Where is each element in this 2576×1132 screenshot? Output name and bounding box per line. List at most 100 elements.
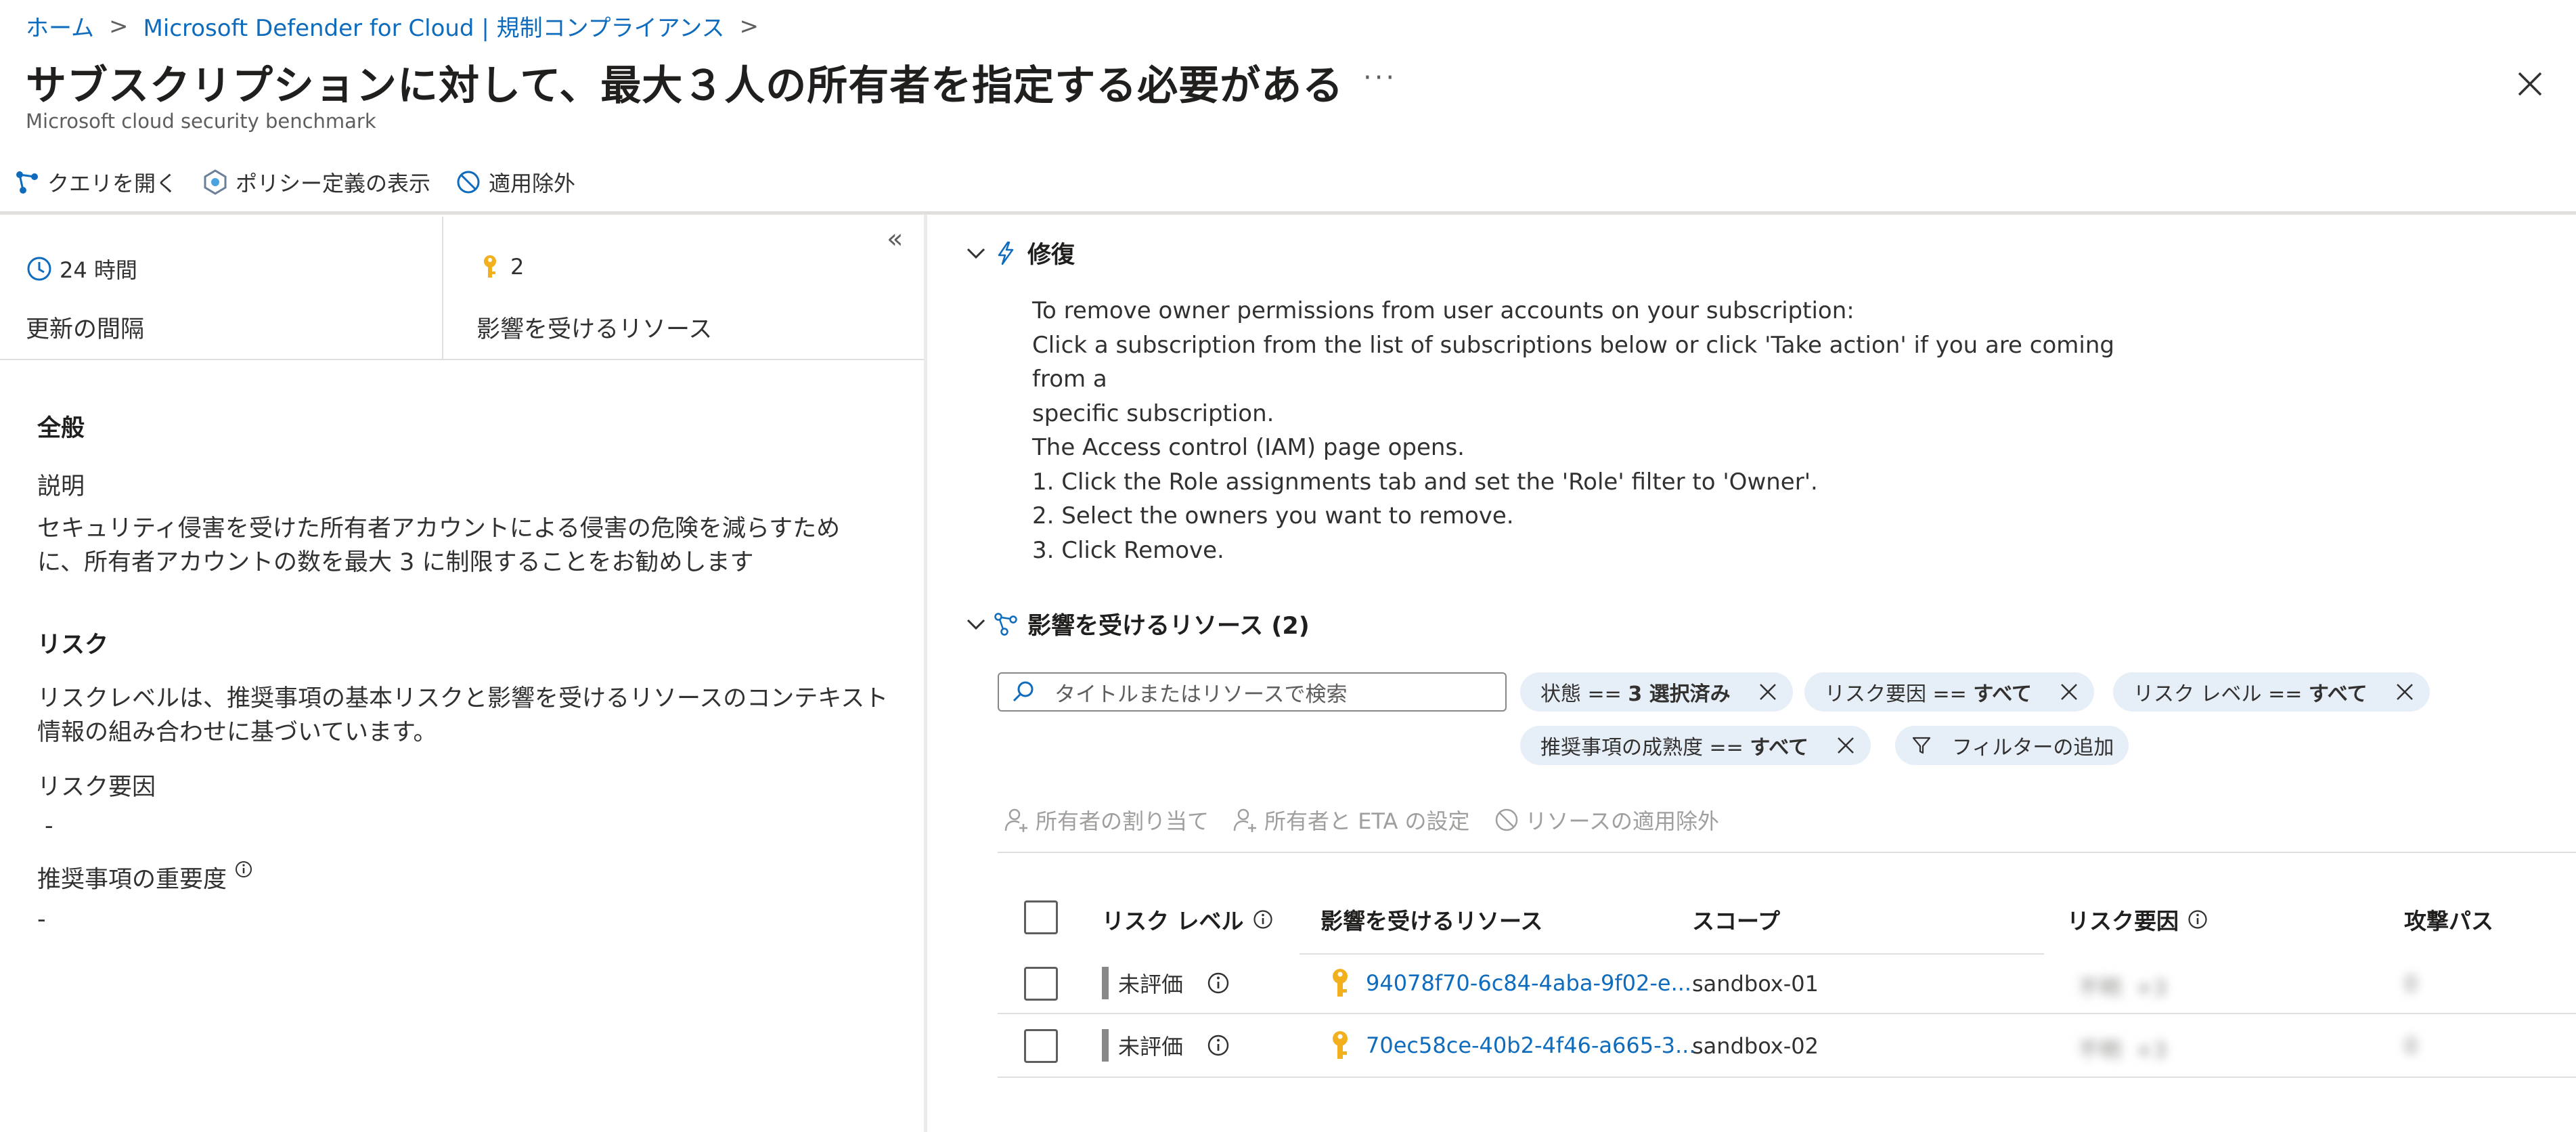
policy-icon — [204, 169, 227, 195]
affected-count-value: 2 — [476, 253, 524, 280]
lightning-icon — [998, 241, 1014, 265]
refresh-interval-text: 24 時間 — [60, 257, 137, 283]
table-row[interactable]: 未評価 94078f70-6c84-4aba-9f02-e... sandbox… — [998, 955, 2576, 1013]
clock-icon — [27, 257, 51, 281]
refresh-interval-label: 更新の間隔 — [26, 316, 145, 343]
filter-pill-risk-factor[interactable]: リスク要因 == すべて — [1804, 672, 2095, 712]
breadcrumb-parent-link[interactable]: Microsoft Defender for Cloud | 規制コンプライアン… — [143, 9, 724, 43]
panel-divider[interactable] — [924, 215, 927, 1132]
info-icon[interactable] — [1252, 909, 1274, 930]
resource-search-input[interactable]: タイトルまたはリソースで検索 — [998, 672, 1507, 712]
scope-cell: sandbox-02 — [1692, 1033, 1819, 1059]
resource-actions-bar: 所有者の割り当て 所有者と ETA の設定 リソースの適用除外 — [1003, 804, 1719, 835]
info-icon[interactable] — [1206, 971, 1230, 995]
risk-heading: リスク — [37, 632, 109, 659]
close-icon[interactable] — [1836, 735, 1856, 756]
breadcrumb-home-link[interactable]: ホーム — [26, 9, 94, 43]
chevron-right-icon: > — [108, 12, 129, 40]
resource-cell: 94078f70-6c84-4aba-9f02-e... — [1327, 967, 1691, 999]
severity-value: - — [37, 906, 46, 933]
stats-divider — [0, 359, 924, 360]
collapse-panel-button[interactable]: « — [887, 223, 903, 255]
severity-label: 推奨事項の重要度 — [37, 860, 253, 895]
resource-link[interactable]: 70ec58ce-40b2-4f46-a665-3... — [1366, 1032, 1695, 1058]
column-header-risk-factors[interactable]: リスク要因 — [2067, 903, 2208, 936]
chevron-right-icon: > — [739, 12, 759, 40]
chevron-down-icon — [967, 248, 985, 259]
info-icon[interactable] — [2187, 909, 2208, 930]
resource-cell: 70ec58ce-40b2-4f46-a665-3... — [1327, 1029, 1695, 1062]
row-checkbox[interactable] — [1024, 967, 1058, 1001]
risk-level-bar — [1102, 1029, 1109, 1062]
close-icon[interactable] — [2395, 682, 2415, 702]
risk-level-bar — [1102, 967, 1109, 999]
attack-path-cell: 0 — [2404, 1033, 2418, 1059]
risk-factors-label: リスク要因 — [37, 774, 156, 801]
table-row[interactable]: 未評価 70ec58ce-40b2-4f46-a665-3... sandbox… — [998, 1014, 2576, 1072]
scope-cell: sandbox-01 — [1692, 971, 1819, 997]
description-label: 説明 — [37, 473, 85, 500]
row-divider — [998, 1076, 2576, 1078]
attack-path-cell: 0 — [2404, 971, 2418, 997]
risk-level-cell: 未評価 — [1102, 1029, 1230, 1062]
info-icon[interactable] — [234, 860, 253, 879]
query-graph-icon — [16, 171, 38, 194]
refresh-interval-value: 24 時間 — [26, 253, 137, 284]
exempt-label: 適用除外 — [489, 171, 576, 196]
stat-divider — [442, 217, 443, 359]
general-heading: 全般 — [37, 415, 85, 442]
set-owner-eta-button[interactable]: 所有者と ETA の設定 — [1232, 804, 1470, 835]
close-icon[interactable] — [1758, 682, 1778, 702]
affected-count-text: 2 — [510, 254, 525, 280]
affected-count-label: 影響を受けるリソース — [476, 316, 713, 343]
close-icon — [2518, 72, 2542, 96]
column-header-risk-level[interactable]: リスク レベル — [1102, 903, 1274, 936]
search-placeholder: タイトルまたはリソースで検索 — [1054, 682, 1348, 707]
affected-title: 影響を受けるリソース (2) — [1027, 613, 1310, 640]
open-query-button[interactable]: クエリを開く — [14, 167, 177, 198]
open-query-label: クエリを開く — [47, 171, 178, 196]
assign-owner-button[interactable]: 所有者の割り当て — [1003, 804, 1209, 835]
remediation-section-header[interactable]: 修復 — [964, 236, 1075, 270]
key-icon — [1333, 1031, 1348, 1059]
select-all-checkbox[interactable] — [1024, 900, 1058, 934]
filter-pill-maturity[interactable]: 推奨事項の成熟度 == すべて — [1520, 726, 1871, 765]
close-button[interactable] — [2515, 69, 2545, 99]
remediation-text: To remove owner permissions from user ac… — [1032, 297, 2114, 564]
view-policy-button[interactable]: ポリシー定義の表示 — [202, 167, 430, 198]
block-icon — [1495, 808, 1517, 831]
exempt-button[interactable]: 適用除外 — [455, 167, 575, 198]
column-header-attack-path[interactable]: 攻撃パス — [2404, 903, 2493, 936]
double-chevron-left-icon: « — [887, 223, 904, 255]
risk-factors-cell: 不明 +3 — [2078, 975, 2167, 1001]
page-title: サブスクリプションに対して、最大３人の所有者を指定する必要がある — [26, 62, 1344, 110]
risk-factors-cell: 不明 +3 — [2078, 1037, 2167, 1063]
view-policy-label: ポリシー定義の表示 — [236, 171, 431, 196]
column-header-scope[interactable]: スコープ — [1692, 903, 1780, 936]
row-checkbox[interactable] — [1024, 1029, 1058, 1063]
person-add-icon — [1004, 808, 1027, 832]
key-icon — [484, 255, 496, 278]
block-icon — [457, 171, 480, 194]
exempt-resource-button[interactable]: リソースの適用除外 — [1493, 804, 1719, 835]
chevron-down-icon — [967, 619, 985, 630]
actions-divider — [998, 852, 2576, 853]
more-options-button[interactable]: ··· — [1363, 62, 1397, 93]
resource-graph-icon — [994, 612, 1017, 636]
header-divider — [0, 211, 2576, 215]
info-icon[interactable] — [1206, 1033, 1230, 1058]
command-bar: クエリを開く ポリシー定義の表示 適用除外 — [14, 167, 575, 198]
remediation-title: 修復 — [1027, 242, 1075, 269]
breadcrumb: ホーム > Microsoft Defender for Cloud | 規制コ… — [26, 9, 759, 43]
resource-link[interactable]: 94078f70-6c84-4aba-9f02-e... — [1366, 970, 1691, 996]
filter-funnel-icon — [1912, 737, 1931, 754]
add-filter-button[interactable]: フィルターの追加 — [1895, 726, 2129, 765]
person-add-icon — [1233, 808, 1257, 832]
key-icon — [1333, 969, 1348, 997]
search-icon — [1013, 681, 1034, 702]
filter-pill-risk-level[interactable]: リスク レベル == すべて — [2113, 672, 2430, 712]
close-icon[interactable] — [2059, 682, 2079, 702]
filter-pill-state[interactable]: 状態 == 3 選択済み — [1520, 672, 1793, 712]
affected-section-header[interactable]: 影響を受けるリソース (2) — [964, 607, 1310, 641]
column-header-resource[interactable]: 影響を受けるリソース — [1320, 903, 1542, 936]
